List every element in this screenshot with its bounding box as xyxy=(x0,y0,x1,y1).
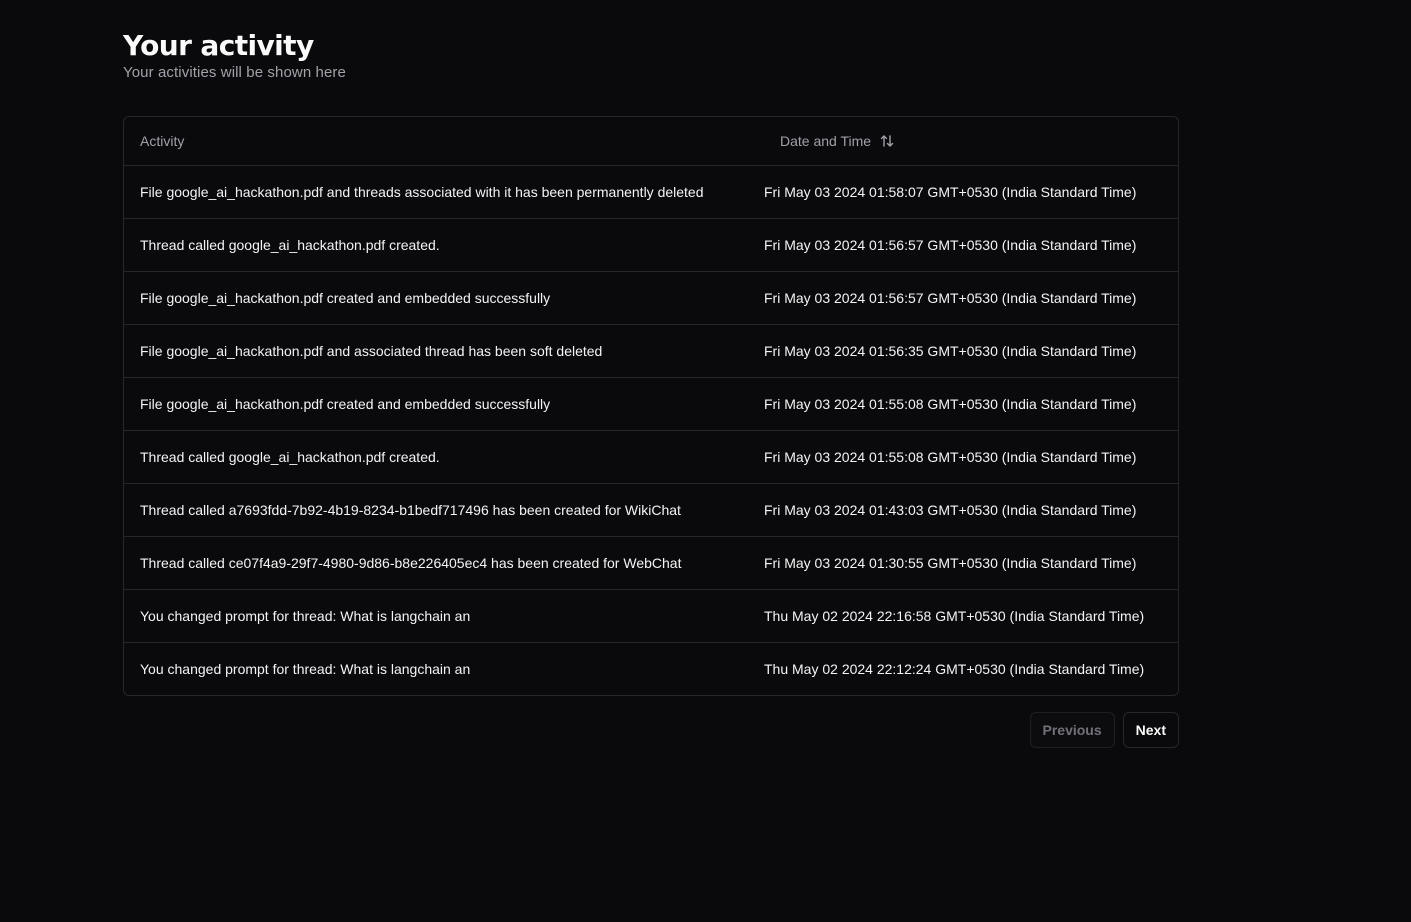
page-subtitle: Your activities will be shown here xyxy=(123,64,346,81)
activity-cell: File google_ai_hackathon.pdf and threads… xyxy=(124,165,748,219)
activity-cell: Thread called google_ai_hackathon.pdf cr… xyxy=(124,430,748,484)
date-time-cell: Fri May 03 2024 01:56:57 GMT+0530 (India… xyxy=(748,271,1178,325)
date-time-cell: Fri May 03 2024 01:30:55 GMT+0530 (India… xyxy=(748,536,1178,590)
table-row: Thread called ce07f4a9-29f7-4980-9d86-b8… xyxy=(124,536,1178,590)
activity-cell: Thread called ce07f4a9-29f7-4980-9d86-b8… xyxy=(124,536,748,590)
table-row: Thread called a7693fdd-7b92-4b19-8234-b1… xyxy=(124,483,1178,537)
next-button[interactable]: Next xyxy=(1122,712,1179,748)
page-title: Your activity xyxy=(123,29,314,62)
activity-page: Your activity Your activities will be sh… xyxy=(123,28,1179,748)
date-time-cell: Fri May 03 2024 01:43:03 GMT+0530 (India… xyxy=(748,483,1178,537)
activity-cell: File google_ai_hackathon.pdf and associa… xyxy=(124,324,748,378)
sort-by-date-button[interactable]: Date and Time xyxy=(780,133,895,149)
column-header-date-label: Date and Time xyxy=(780,133,872,149)
date-time-cell: Fri May 03 2024 01:55:08 GMT+0530 (India… xyxy=(748,430,1178,484)
table-row: Thread called google_ai_hackathon.pdf cr… xyxy=(124,430,1178,484)
sort-arrows-icon xyxy=(880,135,894,147)
pagination: Previous Next xyxy=(123,712,1179,748)
table-row: File google_ai_hackathon.pdf and threads… xyxy=(124,165,1178,219)
date-time-cell: Thu May 02 2024 22:12:24 GMT+0530 (India… xyxy=(764,661,1145,677)
table-row: File google_ai_hackathon.pdf and associa… xyxy=(124,324,1178,378)
activity-table: Activity Date and Time File google_ai_ha… xyxy=(124,117,1178,695)
date-time-cell: Fri May 03 2024 01:56:35 GMT+0530 (India… xyxy=(748,324,1178,378)
activity-cell: Thread called a7693fdd-7b92-4b19-8234-b1… xyxy=(124,483,748,537)
activity-cell: Thread called google_ai_hackathon.pdf cr… xyxy=(124,218,748,272)
activity-table-container: Activity Date and Time File google_ai_ha… xyxy=(123,116,1179,696)
table-body: File google_ai_hackathon.pdf and threads… xyxy=(124,165,1178,696)
activity-cell: You changed prompt for thread: What is l… xyxy=(124,589,748,643)
table-row: You changed prompt for thread: What is l… xyxy=(124,589,1178,643)
table-row: File google_ai_hackathon.pdf created and… xyxy=(124,271,1178,325)
date-time-cell: Fri May 03 2024 01:56:57 GMT+0530 (India… xyxy=(748,218,1178,272)
table-header: Activity Date and Time xyxy=(124,117,1178,166)
date-time-cell: Fri May 03 2024 01:58:07 GMT+0530 (India… xyxy=(748,165,1178,219)
column-header-activity: Activity xyxy=(124,117,748,166)
table-row: You changed prompt for thread: What is l… xyxy=(124,643,1178,696)
previous-button[interactable]: Previous xyxy=(1029,712,1115,748)
date-time-cell: Thu May 02 2024 22:16:58 GMT+0530 (India… xyxy=(748,589,1178,643)
activity-cell: File google_ai_hackathon.pdf created and… xyxy=(124,377,748,431)
table-header-row: Activity Date and Time xyxy=(124,117,1178,166)
column-header-date[interactable]: Date and Time xyxy=(748,117,1178,166)
table-row: Thread called google_ai_hackathon.pdf cr… xyxy=(124,218,1178,272)
table-row: File google_ai_hackathon.pdf created and… xyxy=(124,377,1178,431)
date-time-cell: Fri May 03 2024 01:55:08 GMT+0530 (India… xyxy=(748,377,1178,431)
activity-cell: You changed prompt for thread: What is l… xyxy=(140,661,471,677)
activity-cell: File google_ai_hackathon.pdf created and… xyxy=(124,271,748,325)
